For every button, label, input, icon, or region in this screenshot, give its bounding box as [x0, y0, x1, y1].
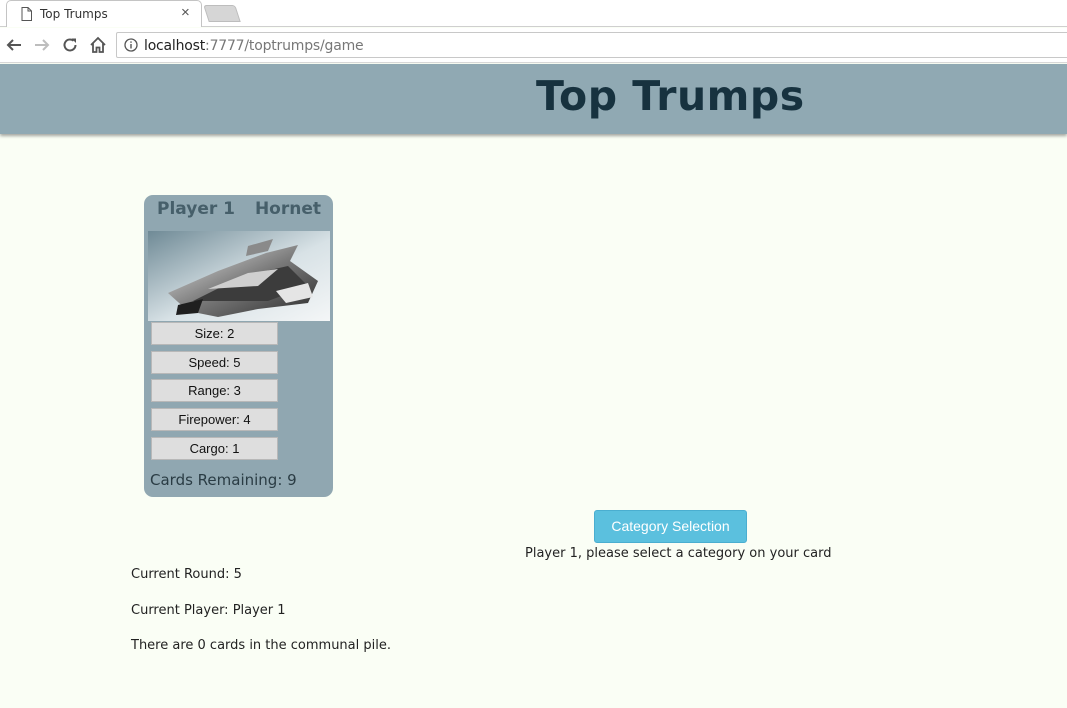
home-button[interactable] [88, 35, 108, 55]
turn-prompt: Player 1, please select a category on yo… [525, 546, 832, 561]
browser-toolbar: localhost:7777/toptrumps/game [0, 28, 1067, 63]
communal-pile: There are 0 cards in the communal pile. [131, 638, 391, 653]
card-name: Hornet [254, 199, 321, 219]
reload-button[interactable] [60, 35, 80, 55]
new-tab-button[interactable] [203, 5, 241, 22]
back-button[interactable] [4, 35, 24, 55]
address-bar[interactable]: localhost:7777/toptrumps/game [116, 32, 1067, 58]
info-icon[interactable] [124, 38, 138, 52]
url-host: localhost [144, 38, 206, 54]
forward-button[interactable] [32, 35, 52, 55]
stat-firepower-button[interactable]: Firepower: 4 [151, 408, 278, 431]
browser-tab[interactable]: Top Trumps × [6, 0, 202, 27]
page-header: Top Trumps [0, 64, 1067, 134]
stat-range-button[interactable]: Range: 3 [151, 379, 278, 402]
stat-speed-button[interactable]: Speed: 5 [151, 351, 278, 374]
player-card: Player 1 Hornet Size: 2 Speed: 5 Range: … [144, 195, 333, 497]
cards-remaining: Cards Remaining: 9 [150, 471, 297, 489]
stat-size-button[interactable]: Size: 2 [151, 322, 278, 345]
forward-icon [35, 39, 50, 51]
tab-title: Top Trumps [40, 7, 108, 21]
current-player: Current Player: Player 1 [131, 603, 286, 618]
close-tab-icon[interactable]: × [181, 4, 190, 22]
tab-strip: Top Trumps × [0, 0, 1067, 27]
current-round: Current Round: 5 [131, 567, 242, 582]
page-title: Top Trumps [536, 72, 805, 120]
url-path: :7777/toptrumps/game [205, 38, 364, 54]
stat-cargo-button[interactable]: Cargo: 1 [151, 437, 278, 460]
ship-image [148, 231, 330, 321]
url-text: localhost:7777/toptrumps/game [144, 38, 364, 54]
reload-icon [63, 38, 77, 52]
back-icon [6, 39, 21, 51]
category-selection-button[interactable]: Category Selection [594, 510, 747, 543]
card-player-name: Player 1 [157, 199, 235, 219]
home-icon [90, 36, 106, 53]
page-icon [21, 7, 32, 21]
